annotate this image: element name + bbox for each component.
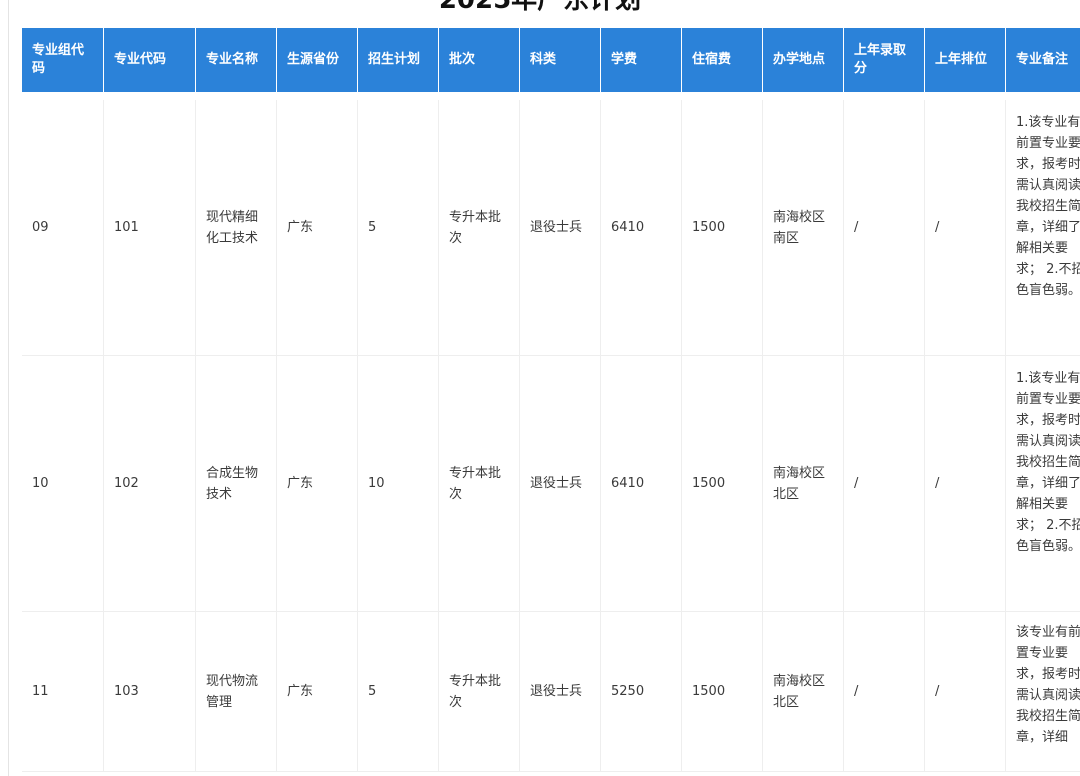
table-row: 10 102 合成生物技术 广东 10 专升本批次 退役士兵 6410 1500… xyxy=(22,356,1080,612)
cell-last-year-rank: / xyxy=(925,100,1006,356)
cell-campus-location: 南海校区北区 xyxy=(763,356,844,612)
cell-accommodation-fee: 1500 xyxy=(682,356,763,612)
cell-campus-location: 南海校区南区 xyxy=(763,100,844,356)
cell-batch: 专升本批次 xyxy=(439,100,520,356)
cell-accommodation-fee: 1500 xyxy=(682,100,763,356)
cell-major-notes: 1.该专业有前置专业要求，报考时需认真阅读我校招生简章，详细了解相关要求； 2.… xyxy=(1006,100,1080,356)
cell-tuition: 5250 xyxy=(601,612,682,772)
cell-major-name: 合成生物技术 xyxy=(196,356,277,612)
cell-major-notes: 1.该专业有前置专业要求，报考时需认真阅读我校招生简章，详细了解相关要求； 2.… xyxy=(1006,356,1080,612)
cell-enrollment-plan: 5 xyxy=(358,612,439,772)
cell-category: 退役士兵 xyxy=(520,612,601,772)
header-last-year-score: 上年录取分 xyxy=(844,28,925,92)
cell-accommodation-fee: 1500 xyxy=(682,612,763,772)
cell-enrollment-plan: 5 xyxy=(358,100,439,356)
left-divider xyxy=(8,0,9,776)
header-source-province: 生源省份 xyxy=(277,28,358,92)
cell-last-year-rank: / xyxy=(925,612,1006,772)
cell-last-year-score: / xyxy=(844,612,925,772)
table-row: 09 101 现代精细化工技术 广东 5 专升本批次 退役士兵 6410 150… xyxy=(22,100,1080,356)
header-spacer xyxy=(22,92,1080,100)
cell-major-notes: 该专业有前置专业要求，报考时需认真阅读我校招生简章，详细 xyxy=(1006,612,1080,772)
table-row: 11 103 现代物流管理 广东 5 专升本批次 退役士兵 5250 1500 … xyxy=(22,612,1080,772)
header-major-code: 专业代码 xyxy=(104,28,196,92)
cell-category: 退役士兵 xyxy=(520,356,601,612)
cell-group-code: 11 xyxy=(22,612,104,772)
cell-major-name: 现代物流管理 xyxy=(196,612,277,772)
header-major-name: 专业名称 xyxy=(196,28,277,92)
header-batch: 批次 xyxy=(439,28,520,92)
cell-last-year-score: / xyxy=(844,356,925,612)
header-enrollment-plan: 招生计划 xyxy=(358,28,439,92)
plan-table: 专业组代码 专业代码 专业名称 生源省份 招生计划 批次 科类 学费 住宿费 办… xyxy=(22,28,1080,772)
cell-major-code: 103 xyxy=(104,612,196,772)
cell-campus-location: 南海校区北区 xyxy=(763,612,844,772)
page: 2025年广东计划 专业组代码 专业代码 专业名称 生源省份 招生计划 批次 科… xyxy=(0,0,1080,776)
cell-batch: 专升本批次 xyxy=(439,612,520,772)
header-major-notes: 专业备注 xyxy=(1006,28,1080,92)
page-title: 2025年广东计划 xyxy=(438,0,642,15)
cell-tuition: 6410 xyxy=(601,356,682,612)
cell-tuition: 6410 xyxy=(601,100,682,356)
cell-last-year-score: / xyxy=(844,100,925,356)
cell-major-name: 现代精细化工技术 xyxy=(196,100,277,356)
cell-group-code: 09 xyxy=(22,100,104,356)
cell-group-code: 10 xyxy=(22,356,104,612)
cell-category: 退役士兵 xyxy=(520,100,601,356)
header-category: 科类 xyxy=(520,28,601,92)
header-group-code: 专业组代码 xyxy=(22,28,104,92)
cell-last-year-rank: / xyxy=(925,356,1006,612)
table-header-row: 专业组代码 专业代码 专业名称 生源省份 招生计划 批次 科类 学费 住宿费 办… xyxy=(22,28,1080,92)
cell-enrollment-plan: 10 xyxy=(358,356,439,612)
cell-batch: 专升本批次 xyxy=(439,356,520,612)
header-campus-location: 办学地点 xyxy=(763,28,844,92)
header-accommodation-fee: 住宿费 xyxy=(682,28,763,92)
cell-source-province: 广东 xyxy=(277,612,358,772)
header-last-year-rank: 上年排位 xyxy=(925,28,1006,92)
header-tuition: 学费 xyxy=(601,28,682,92)
cell-major-code: 101 xyxy=(104,100,196,356)
cell-source-province: 广东 xyxy=(277,356,358,612)
cell-major-code: 102 xyxy=(104,356,196,612)
cell-source-province: 广东 xyxy=(277,100,358,356)
